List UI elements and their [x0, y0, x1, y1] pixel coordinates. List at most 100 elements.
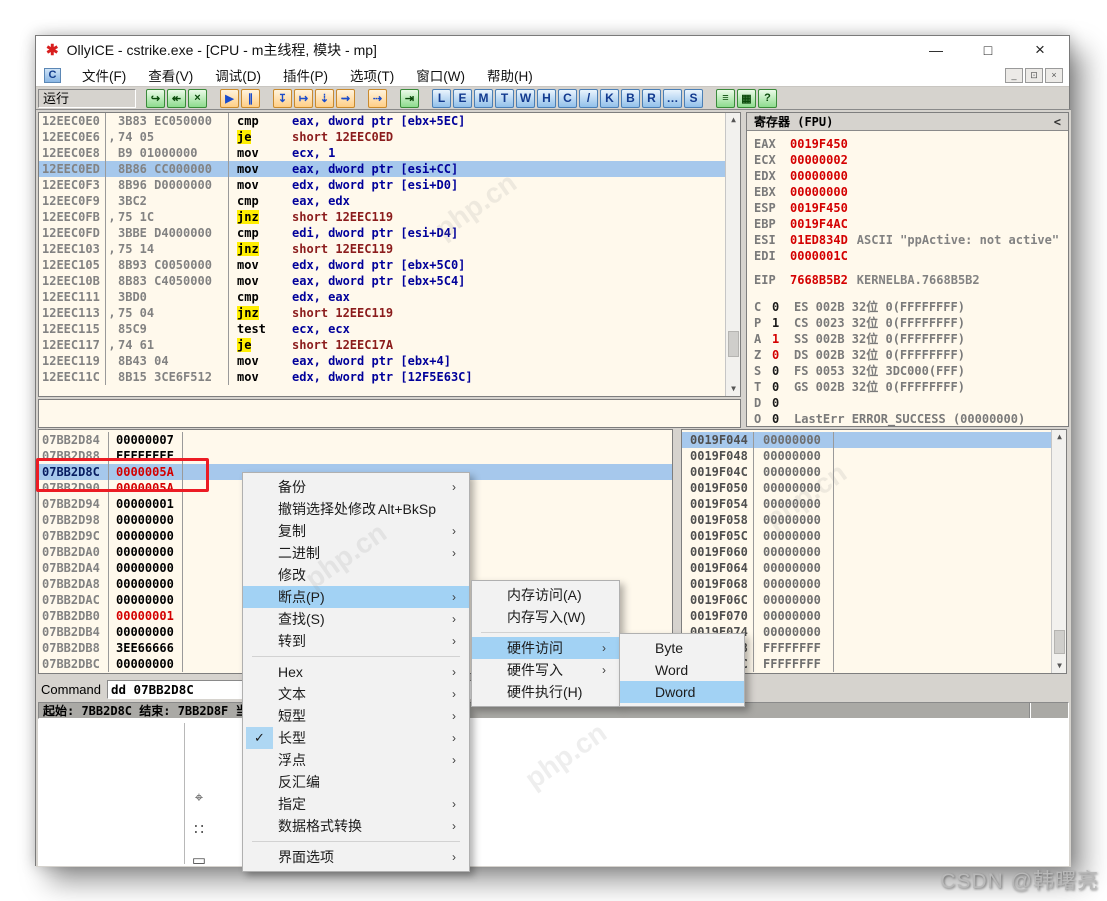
context-menu-item[interactable]: 修改 [243, 564, 469, 586]
toolbar-button-icon[interactable]: ↦ [294, 89, 313, 108]
context-menu-item[interactable]: 数据格式转换 › [243, 815, 469, 837]
register-row[interactable]: EDX 00000000 [747, 168, 1068, 184]
dump-row[interactable]: 07BB2D84 00000007 [39, 432, 672, 448]
disasm-row[interactable]: 12EEC113 , 75 04 jnz short 12EEC119 [39, 305, 740, 321]
disasm-row[interactable]: 12EEC0E0 3B83 EC050000 cmp eax, dword pt… [39, 113, 740, 129]
disasm-row[interactable]: 12EEC0F9 3BC2 cmp eax, edx [39, 193, 740, 209]
register-row[interactable]: ESP 0019F450 [747, 200, 1068, 216]
disasm-row[interactable]: 12EEC0FB , 75 1C jnz short 12EEC119 [39, 209, 740, 225]
menu-bar-item[interactable]: 查看(V) [137, 63, 204, 87]
stack-scrollbar[interactable]: ▲ ▼ [1051, 430, 1066, 673]
mdi-restore-button[interactable]: ⊡ [1025, 68, 1043, 83]
disasm-row[interactable]: 12EEC117 , 74 61 je short 12EEC17A [39, 337, 740, 353]
context-menu-item[interactable]: 断点(P) › [243, 586, 469, 608]
side-tool-icon[interactable]: ⌖ [188, 789, 210, 807]
context-menu-item[interactable] [243, 837, 469, 846]
context-menu-item[interactable]: 指定 › [243, 793, 469, 815]
context-menu-item[interactable]: 浮点 › [243, 749, 469, 771]
menu-bar-item[interactable]: 文件(F) [71, 63, 137, 87]
stack-row[interactable]: 0019F058 00000000 [682, 512, 1066, 528]
disasm-row[interactable]: 12EEC103 , 75 14 jnz short 12EEC119 [39, 241, 740, 257]
toolbar-button-icon[interactable]: / [579, 89, 598, 108]
submenu-item[interactable]: 内存写入(W) [472, 606, 619, 628]
flag-row[interactable]: C 0 ES 002B 32位 0(FFFFFFFF) [747, 299, 1068, 315]
context-menu-item[interactable]: 备份 › [243, 476, 469, 498]
toolbar-button-icon[interactable]: C [558, 89, 577, 108]
menu-bar-item[interactable]: 调试(D) [204, 63, 272, 87]
side-tool-icon[interactable]: ∷ [188, 820, 210, 838]
disasm-row[interactable]: 12EEC0FD 3BBE D4000000 cmp edi, dword pt… [39, 225, 740, 241]
flag-row[interactable]: P 1 CS 0023 32位 0(FFFFFFFF) [747, 315, 1068, 331]
stack-row[interactable]: 0019F04C 00000000 [682, 464, 1066, 480]
scroll-down-icon[interactable]: ▼ [726, 382, 741, 396]
eip-row[interactable]: EIP 7668B5B2 KERNELBA.7668B5B2 [747, 272, 1068, 288]
disasm-row[interactable]: 12EEC11C 8B15 3CE6F512 mov edx, dword pt… [39, 369, 740, 385]
submenu-item[interactable]: 硬件执行(H) [472, 681, 619, 703]
context-menu-item[interactable]: 短型 › [243, 705, 469, 727]
disasm-row[interactable]: 12EEC115 85C9 test ecx, ecx [39, 321, 740, 337]
register-row[interactable]: EAX 0019F450 [747, 136, 1068, 152]
toolbar-button-icon[interactable]: ↪ [146, 89, 165, 108]
register-row[interactable]: EBX 00000000 [747, 184, 1068, 200]
toolbar-button-icon[interactable]: K [600, 89, 619, 108]
flag-row[interactable]: T 0 GS 002B 32位 0(FFFFFFFF) [747, 379, 1068, 395]
toolbar-button-icon[interactable]: ≡ [716, 89, 735, 108]
toolbar-button-icon[interactable]: L [432, 89, 451, 108]
context-menu-item[interactable]: ✓ 长型 › [243, 727, 469, 749]
context-menu-item[interactable]: 反汇编 [243, 771, 469, 793]
toolbar-button-icon[interactable]: W [516, 89, 535, 108]
context-menu-item[interactable]: 复制 › [243, 520, 469, 542]
submenu-item[interactable]: Dword [620, 681, 744, 703]
stack-row[interactable]: 0019F05C 00000000 [682, 528, 1066, 544]
disasm-row[interactable]: 12EEC111 3BD0 cmp edx, eax [39, 289, 740, 305]
toolbar-button-icon[interactable]: ↞ [167, 89, 186, 108]
minimize-button[interactable]: — [925, 42, 947, 58]
menu-bar-item[interactable]: 选项(T) [339, 63, 405, 87]
menu-bar-item[interactable]: 帮助(H) [476, 63, 544, 87]
context-menu-item[interactable]: 查找(S) › [243, 608, 469, 630]
flag-row[interactable]: O 0 LastErr ERROR_SUCCESS (00000000) [747, 411, 1068, 427]
toolbar-button-icon[interactable]: … [663, 89, 682, 108]
disasm-row[interactable]: 12EEC0ED 8B86 CC000000 mov eax, dword pt… [39, 161, 740, 177]
toolbar-button-icon[interactable]: S [684, 89, 703, 108]
toolbar-button-icon[interactable]: ▦ [737, 89, 756, 108]
toolbar-button-icon[interactable]: T [495, 89, 514, 108]
scroll-down-icon[interactable]: ▼ [1052, 659, 1067, 673]
register-row[interactable]: EDI 0000001C [747, 248, 1068, 264]
menu-bar-item[interactable]: 插件(P) [272, 63, 339, 87]
toolbar-button-icon[interactable]: ⇣ [315, 89, 334, 108]
submenu-item[interactable] [472, 628, 619, 637]
disasm-row[interactable]: 12EEC10B 8B83 C4050000 mov eax, dword pt… [39, 273, 740, 289]
collapse-icon[interactable]: < [1054, 115, 1061, 129]
toolbar-button-icon[interactable]: H [537, 89, 556, 108]
scroll-up-icon[interactable]: ▲ [1052, 430, 1067, 444]
side-tool-icon[interactable]: ▭ [188, 851, 210, 869]
toolbar-button-icon[interactable]: ∥ [241, 89, 260, 108]
stack-row[interactable]: 0019F054 00000000 [682, 496, 1066, 512]
context-menu-item[interactable]: 文本 › [243, 683, 469, 705]
toolbar-button-icon[interactable]: ⇥ [400, 89, 419, 108]
submenu-item[interactable]: 硬件访问 › [472, 637, 619, 659]
registers-pane[interactable]: 寄存器 (FPU) < EAX 0019F450 ECX 00000002 [746, 112, 1069, 427]
stack-row[interactable]: 0019F044 00000000 [682, 432, 1066, 448]
context-menu-item[interactable]: Hex › [243, 661, 469, 683]
context-menu-item[interactable]: 转到 › [243, 630, 469, 652]
context-menu-item[interactable] [243, 652, 469, 661]
context-menu-item[interactable]: 二进制 › [243, 542, 469, 564]
flag-row[interactable]: A 1 SS 002B 32位 0(FFFFFFFF) [747, 331, 1068, 347]
disasm-row[interactable]: 12EEC0E8 B9 01000000 mov ecx, 1 [39, 145, 740, 161]
submenu-item[interactable]: 硬件写入 › [472, 659, 619, 681]
toolbar-button-icon[interactable]: ▶ [220, 89, 239, 108]
mdi-minimize-button[interactable]: _ [1005, 68, 1023, 83]
toolbar-button-icon[interactable]: R [642, 89, 661, 108]
stack-row[interactable]: 0019F068 00000000 [682, 576, 1066, 592]
toolbar-button-icon[interactable]: ↧ [273, 89, 292, 108]
close-button[interactable]: × [1029, 40, 1051, 60]
stack-row[interactable]: 0019F070 00000000 [682, 608, 1066, 624]
disasm-row[interactable]: 12EEC119 8B43 04 mov eax, dword ptr [ebx… [39, 353, 740, 369]
maximize-button[interactable]: □ [977, 42, 999, 58]
toolbar-button-icon[interactable]: ⇝ [336, 89, 355, 108]
register-row[interactable]: ECX 00000002 [747, 152, 1068, 168]
submenu-item[interactable]: Byte [620, 637, 744, 659]
mdi-close-button[interactable]: × [1045, 68, 1063, 83]
